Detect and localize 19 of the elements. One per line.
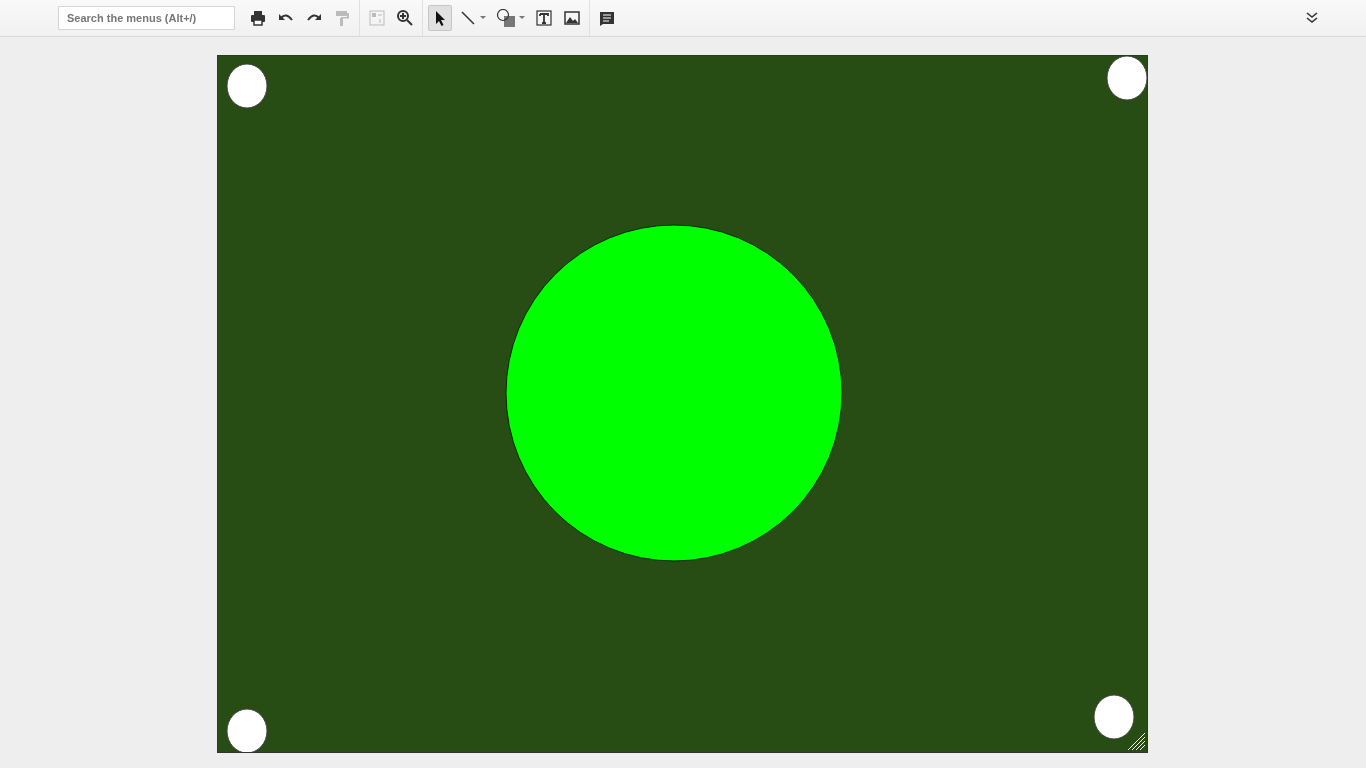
fit-page-icon — [368, 9, 386, 27]
select-tool-button[interactable] — [428, 5, 452, 31]
search-field[interactable]: Search the menus (Alt+/) — [58, 6, 235, 30]
shapes-icon — [496, 9, 516, 27]
corner-ellipse[interactable] — [1106, 55, 1147, 101]
large-circle[interactable] — [505, 224, 842, 562]
caret-icon — [480, 16, 486, 20]
paint-roller-icon — [333, 9, 351, 27]
comment-icon — [598, 9, 616, 27]
zoom-icon — [396, 9, 414, 27]
line-icon — [459, 9, 477, 27]
caret-icon — [519, 16, 525, 20]
collapse-toolbar-icon[interactable] — [1306, 12, 1318, 24]
resize-grip-icon[interactable] — [1127, 732, 1145, 751]
corner-ellipse[interactable] — [1093, 694, 1134, 740]
print-icon — [249, 9, 267, 27]
image-icon — [563, 9, 581, 27]
corner-ellipse[interactable] — [226, 63, 267, 109]
text-box-icon — [535, 9, 553, 27]
